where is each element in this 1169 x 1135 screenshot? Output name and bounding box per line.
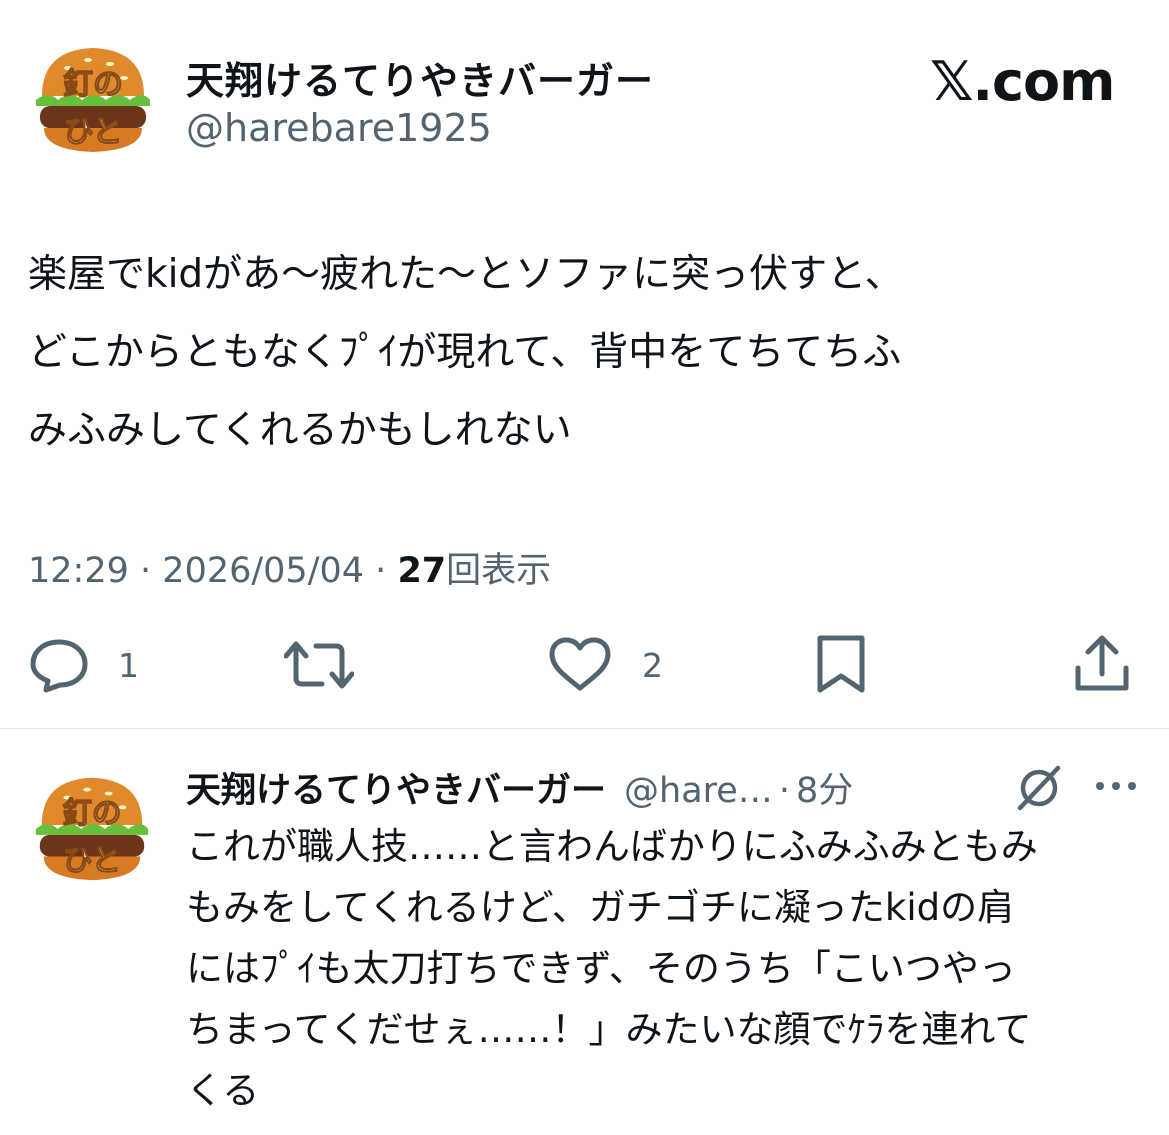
reply-body: これが職人技……と言わんばかりにふみふみともみ もみをしてくれるけど、ガチゴチに… (186, 816, 1038, 1121)
reply-count: 1 (118, 645, 139, 685)
tweet-body: 楽屋でkidがあ〜疲れた〜とソファに突っ伏すと、 どこからともなくﾌﾟｲが現れて… (28, 236, 904, 470)
reply-separator: · (778, 771, 790, 811)
tweet-meta: 12:29 · 2026/05/04 · 27回表示 (28, 542, 551, 593)
tweet-time[interactable]: 12:29 (28, 551, 129, 591)
bookmark-button[interactable] (814, 634, 868, 694)
tweet-text-line: 楽屋でkidがあ〜疲れた〜とソファに突っ伏すと、 (28, 252, 904, 297)
reply-author-avatar[interactable]: 釘の ひと (28, 764, 156, 892)
retweet-button[interactable] (284, 636, 354, 694)
reply-text-line: これが職人技……と言わんばかりにふみふみともみ (186, 825, 1038, 868)
reply-icon (30, 639, 88, 693)
reply-text-line: ちまってくだせぇ……！」みたいな顔でｹﾗを連れて (186, 1008, 1032, 1051)
like-count: 2 (642, 645, 663, 685)
section-divider (0, 728, 1169, 729)
author-display-name[interactable]: 天翔けるてりやきバーガー (186, 50, 654, 105)
avatar-text-top: 釘の (63, 67, 123, 102)
bookmark-icon (817, 635, 865, 693)
burger-avatar-icon: 釘の ひと (36, 48, 150, 152)
like-button[interactable]: 2 (548, 636, 663, 694)
author-handle[interactable]: @harebare1925 (186, 106, 492, 150)
more-options-button[interactable] (1094, 778, 1138, 798)
reply-handle[interactable]: @hare… (624, 771, 773, 811)
grok-icon (1017, 765, 1061, 811)
more-dots-icon (1096, 782, 1136, 790)
reply-text-line: もみをしてくれるけど、ガチゴチに凝ったkidの肩 (186, 886, 1015, 929)
retweet-icon (284, 641, 354, 689)
reply-time[interactable]: 8分 (796, 762, 853, 813)
share-icon (1075, 635, 1129, 691)
reply-header: 天翔けるてりやきバーガー @hare… · 8分 (186, 762, 853, 813)
tweet-text-line: どこからともなくﾌﾟｲが現れて、背中をてちてちふ (28, 330, 902, 375)
tweet-text-line: みふみしてくれるかもしれない (28, 408, 572, 453)
meta-separator: · (375, 551, 387, 591)
reply-button[interactable]: 1 (28, 636, 139, 694)
reply-text-line: にはﾌﾟｲも太刀打ちできず、そのうち「こいつやっ (186, 947, 1016, 990)
author-avatar[interactable]: 釘の ひと (28, 34, 158, 164)
views-label: 回表示 (446, 551, 552, 591)
views-count: 27 (397, 551, 447, 591)
avatar-text-bottom: ひと (63, 115, 122, 150)
x-logo: 𝕏.com (930, 50, 1115, 113)
grok-button[interactable] (1012, 764, 1066, 816)
reply-text-line: くる (186, 1069, 260, 1112)
svg-text:ひと: ひと (63, 843, 121, 877)
share-button[interactable] (1072, 634, 1132, 694)
meta-separator: · (140, 551, 152, 591)
heart-icon (549, 637, 611, 691)
burger-avatar-icon: 釘の ひと (35, 777, 149, 881)
reply-display-name[interactable]: 天翔けるてりやきバーガー (186, 762, 606, 813)
tweet-date[interactable]: 2026/05/04 (162, 551, 364, 591)
svg-text:釘の: 釘の (62, 796, 121, 830)
